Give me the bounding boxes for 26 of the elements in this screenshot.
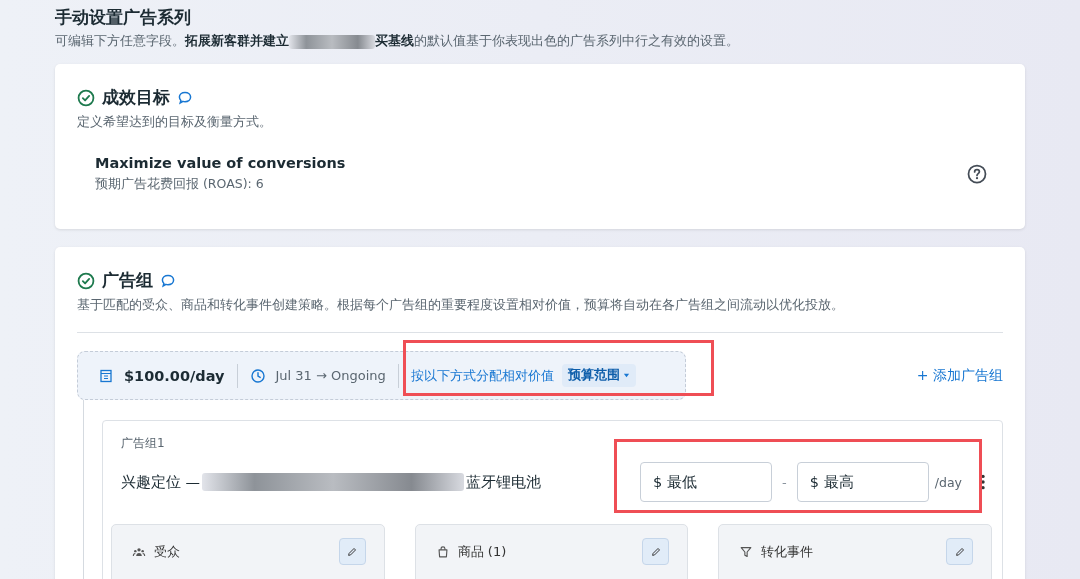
section-description: 定义希望达到的目标及衡量方式。	[77, 114, 273, 131]
description-text: 买基线	[375, 33, 414, 50]
description-text: 拓展新客群并建立	[185, 33, 289, 50]
per-day-label: /day	[934, 474, 962, 490]
ad-group-name: 兴趣定位 —	[121, 472, 201, 492]
panel-label: 受众	[154, 542, 181, 561]
max-budget-field[interactable]: $ 最高	[796, 462, 929, 502]
budget-range-dropdown[interactable]: 预算范围	[561, 364, 636, 387]
panel-label: 商品 (1)	[457, 542, 508, 561]
description-text: 的默认值基于你表现出色的广告系列中行之有效的设置。	[414, 33, 739, 50]
min-budget-field[interactable]: $ 最低	[640, 462, 773, 502]
allocation-link[interactable]: 按以下方式分配相对价值	[410, 366, 554, 385]
schedule-text: Jul 31 → Ongoing	[275, 368, 386, 383]
ad-group-label: 广告组1	[121, 435, 166, 452]
description-text: 可编辑下方任意字段。	[55, 33, 185, 50]
section-title: 广告组	[102, 269, 153, 292]
section-description: 基于匹配的受众、商品和转化事件创建策略。根据每个广告组的重要程度设置相对价值，预算将自动在各广告组之间流动以优化投放。	[77, 297, 845, 314]
ad-group-name: 蓝牙锂电池	[466, 472, 542, 492]
add-ad-group-link[interactable]: + 添加广告组	[916, 366, 1003, 385]
range-separator: -	[781, 474, 788, 490]
panel-label: 转化事件	[761, 542, 815, 561]
budget-amount: $100.00/day	[124, 367, 225, 384]
goal-detail: 预期广告花费回报 (ROAS): 6	[95, 176, 265, 193]
section-title: 成效目标	[102, 86, 170, 109]
goal-title: Maximize value of conversions	[95, 155, 346, 171]
page-title: 手动设置广告系列	[55, 6, 192, 29]
